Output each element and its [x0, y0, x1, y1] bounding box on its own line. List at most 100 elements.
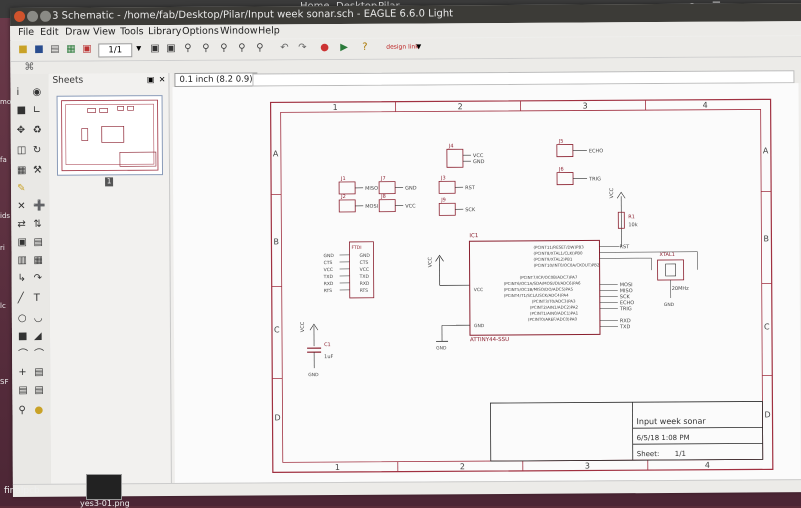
zoom-redraw-icon[interactable]: ⚲ — [238, 44, 245, 54]
undo-icon[interactable]: ↶ — [280, 43, 288, 53]
chevron-down-icon[interactable]: ▾ — [136, 44, 141, 54]
errors-icon[interactable]: ● — [34, 406, 43, 416]
miter-icon[interactable]: ↷ — [34, 274, 42, 284]
title-block: Input week sonar 6/5/18 1:08 PM Sheet: 1… — [490, 401, 762, 461]
menu-help[interactable]: Help — [258, 25, 280, 36]
erc-icon[interactable]: ⚲ — [18, 406, 25, 416]
show-icon[interactable]: ◉ — [32, 88, 41, 98]
label-icon[interactable]: ▤ — [34, 368, 44, 378]
zoom-in-icon[interactable]: ⚲ — [202, 44, 209, 54]
menu-tools[interactable]: Tools — [120, 26, 143, 37]
zoom-fit-icon[interactable]: ⚲ — [184, 44, 191, 54]
close-icon[interactable] — [14, 11, 25, 22]
parameter-icon[interactable]: ⌘ — [24, 63, 34, 73]
name-icon[interactable]: ▤ — [33, 238, 43, 248]
split-icon[interactable]: ↳ — [18, 274, 26, 284]
sheet-thumbnail[interactable] — [57, 95, 163, 176]
gateswap-icon[interactable]: ⇅ — [33, 220, 41, 230]
run-ulp-icon[interactable]: ▣ — [166, 44, 176, 54]
ftdi-pin: CTS — [360, 260, 369, 266]
dimension-icon[interactable]: ▤ — [34, 386, 44, 396]
board-icon[interactable]: ▣ — [82, 45, 92, 55]
display-icon[interactable]: ■ — [17, 106, 27, 116]
ic-pin-right: (PCINT1/AIN0/ADC1)PA1 — [530, 311, 579, 316]
net-label: RST — [619, 244, 630, 250]
crystal-body[interactable] — [658, 260, 684, 280]
close-icon[interactable]: ✕ — [159, 75, 166, 84]
connector-j4[interactable] — [447, 149, 463, 167]
arc-icon[interactable]: ◡ — [34, 314, 43, 324]
connector-j2[interactable] — [339, 200, 355, 212]
ftdi-header: FTDI GND CTS VCC TXD RXD RTS GND CTS VCC… — [322, 242, 373, 298]
frame-col-label: 2 — [460, 462, 465, 471]
connector-net: MOSI — [365, 204, 378, 210]
bus-icon[interactable]: ⌒ — [18, 350, 28, 360]
replace-icon[interactable]: ▣ — [17, 238, 27, 248]
polygon-icon[interactable]: ◢ — [34, 332, 42, 342]
menu-draw[interactable]: Draw — [65, 27, 90, 38]
delete-icon[interactable]: ✕ — [17, 202, 25, 212]
script-icon[interactable]: ▣ — [150, 44, 160, 54]
group-icon[interactable]: ▦ — [17, 166, 27, 176]
connector-j3[interactable] — [439, 181, 455, 193]
menu-options[interactable]: Options — [182, 26, 219, 37]
ic-pin-right: (PCINT2/AIN1/ADC2)PA2 — [530, 305, 579, 310]
add-icon[interactable]: ➕ — [33, 202, 46, 212]
sheet-select[interactable]: 1/1 — [98, 43, 132, 57]
text-icon[interactable]: T — [34, 294, 40, 304]
stop-icon[interactable]: ● — [320, 43, 329, 53]
ic-pin-left: GND — [474, 323, 485, 329]
connector-j6[interactable] — [557, 173, 573, 185]
pinswap-icon[interactable]: ⇄ — [17, 220, 25, 230]
connector-j5[interactable] — [557, 145, 573, 157]
panel-float-icon[interactable]: ▣ — [147, 75, 155, 84]
cam-icon[interactable]: ▦ — [66, 45, 76, 55]
chevron-down-icon[interactable]: ▾ — [416, 42, 421, 52]
wire-icon[interactable]: ╱ — [18, 294, 24, 304]
menu-library[interactable]: Library — [148, 26, 181, 37]
menu-view[interactable]: View — [93, 26, 116, 37]
resistor-ref: R1 — [628, 214, 635, 220]
mark-icon[interactable]: ∟ — [33, 106, 41, 116]
menu-file[interactable]: File — [18, 27, 34, 38]
connector-j7[interactable] — [379, 182, 395, 194]
menu-window[interactable]: Window — [220, 25, 258, 36]
move-icon[interactable]: ✥ — [17, 126, 25, 136]
net-icon[interactable]: ⌒ — [34, 350, 44, 360]
connector-j9[interactable] — [439, 203, 455, 215]
connector-ref: J1 — [340, 176, 346, 182]
eagle-window: 3 Schematic - /home/fab/Desktop/Pilar/In… — [10, 3, 801, 496]
zoom-select-icon[interactable]: ⚲ — [256, 43, 263, 53]
help-icon[interactable]: ? — [362, 43, 367, 53]
go-icon[interactable]: ▶ — [340, 43, 348, 53]
capacitor-ref: C1 — [324, 342, 331, 348]
desktop-file-label[interactable]: yes3-01.png — [80, 499, 130, 508]
save-icon[interactable]: ■ — [34, 45, 44, 55]
value-icon[interactable]: ▥ — [18, 256, 28, 266]
rotate-icon[interactable]: ↻ — [33, 146, 41, 156]
rect-icon[interactable]: ■ — [18, 332, 28, 342]
zoom-out-icon[interactable]: ⚲ — [220, 44, 227, 54]
smash-icon[interactable]: ▦ — [34, 256, 44, 266]
attribute-icon[interactable]: ▤ — [18, 386, 28, 396]
minimize-icon[interactable] — [27, 11, 38, 22]
junction-icon[interactable]: + — [18, 368, 26, 378]
desktop-folder-label[interactable]: finalpcb — [4, 486, 40, 496]
print-icon[interactable]: ▤ — [50, 45, 60, 55]
crystal-ref: XTAL1 — [660, 252, 675, 258]
mirror-icon[interactable]: ◫ — [17, 146, 27, 156]
info-icon[interactable]: i — [16, 88, 19, 98]
connector-j8[interactable] — [379, 200, 395, 212]
schematic-canvas[interactable]: 1 2 3 4 1 2 3 4 A B C D A B C D Input we… — [172, 83, 800, 483]
paste-icon[interactable]: ✎ — [17, 184, 25, 194]
redo-icon[interactable]: ↷ — [298, 43, 306, 53]
change-icon[interactable]: ⚒ — [33, 166, 42, 176]
connector-j1[interactable] — [339, 182, 355, 194]
copy-icon[interactable]: ♻ — [33, 126, 42, 136]
open-icon[interactable]: ■ — [18, 45, 28, 55]
circle-icon[interactable]: ○ — [18, 314, 27, 324]
maximize-icon[interactable] — [40, 11, 51, 22]
desktop-file-icon[interactable] — [86, 474, 122, 500]
design-link-button[interactable]: design link — [386, 44, 418, 51]
menu-edit[interactable]: Edit — [40, 27, 58, 38]
